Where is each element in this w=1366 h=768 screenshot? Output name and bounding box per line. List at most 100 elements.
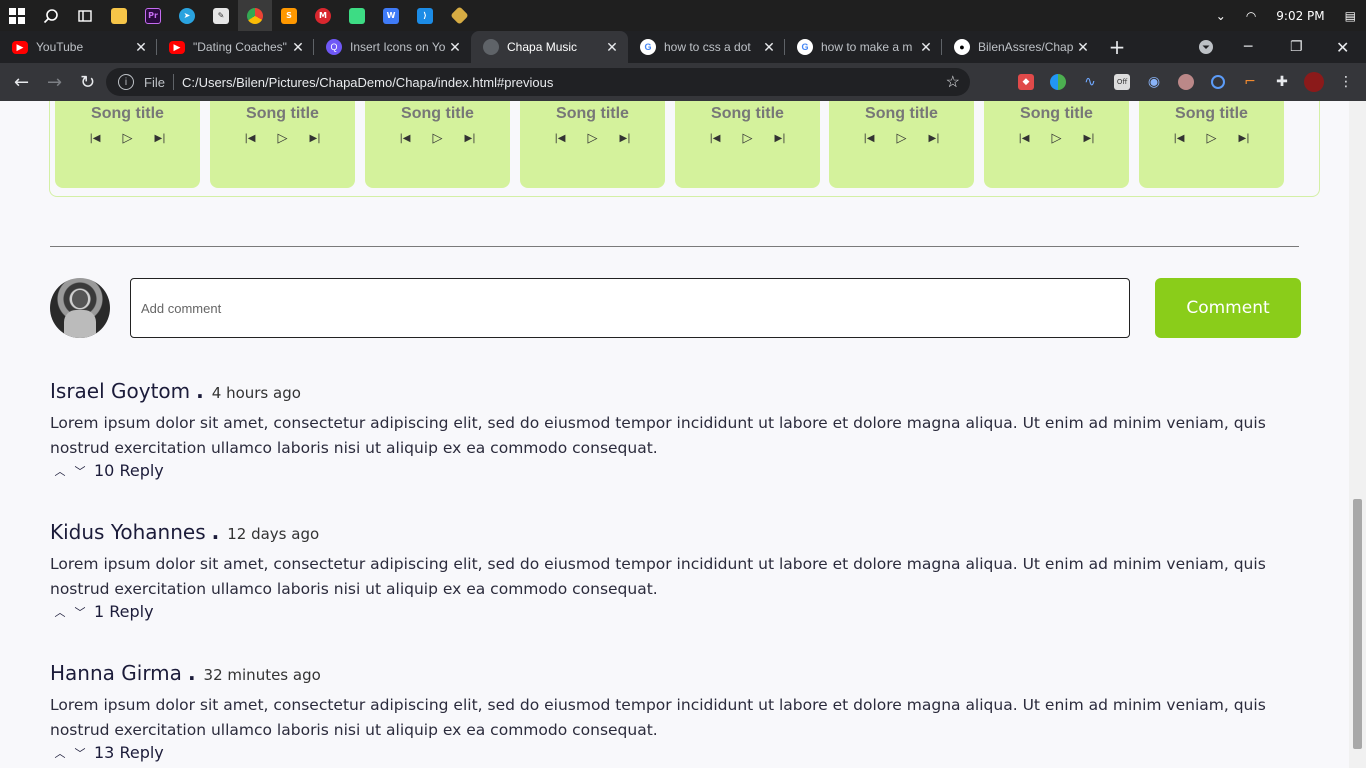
- tab-github[interactable]: ● BilenAssres/Chap ✕: [942, 31, 1099, 63]
- circle-extension-icon[interactable]: [1202, 63, 1234, 101]
- next-icon[interactable]: ▶|: [465, 133, 476, 144]
- audio-wave-icon[interactable]: ∿: [1074, 63, 1106, 101]
- downvote-chevron-icon[interactable]: ﹀: [70, 745, 90, 761]
- play-icon[interactable]: ▷: [123, 131, 133, 146]
- window-close-icon[interactable]: ✕: [1336, 31, 1349, 63]
- next-icon[interactable]: ▶|: [620, 133, 631, 144]
- telegram-icon[interactable]: ➤: [170, 0, 204, 31]
- next-icon[interactable]: ▶|: [155, 133, 166, 144]
- close-icon[interactable]: ✕: [290, 39, 306, 56]
- chevron-up-icon[interactable]: ⌄: [1206, 9, 1236, 23]
- song-card[interactable]: Song title |◀ ▷ ▶|: [675, 101, 820, 188]
- reply-link[interactable]: 1 Reply: [94, 602, 154, 621]
- close-icon[interactable]: ✕: [133, 39, 149, 56]
- previous-icon[interactable]: |◀: [399, 133, 410, 144]
- next-icon[interactable]: ▶|: [1239, 133, 1250, 144]
- previous-icon[interactable]: |◀: [554, 133, 565, 144]
- pencil-extension-icon[interactable]: ⌐: [1234, 63, 1266, 101]
- git-icon[interactable]: [442, 0, 476, 31]
- tab-youtube[interactable]: ▶ YouTube ✕: [0, 31, 157, 63]
- tab-search-icon[interactable]: [1196, 31, 1216, 63]
- previous-icon[interactable]: |◀: [89, 133, 100, 144]
- new-tab-button[interactable]: +: [1099, 31, 1135, 63]
- tab-chapa-music[interactable]: Chapa Music ✕: [471, 31, 628, 63]
- tab-css-dot[interactable]: G how to css a dot ✕: [628, 31, 785, 63]
- play-icon[interactable]: ▷: [743, 131, 753, 146]
- downvote-chevron-icon[interactable]: ﹀: [70, 604, 90, 620]
- mega-icon[interactable]: M: [306, 0, 340, 31]
- off-toggle-icon[interactable]: Off: [1106, 63, 1138, 101]
- song-card[interactable]: Song title |◀ ▷ ▶|: [984, 101, 1129, 188]
- google-earth-icon[interactable]: [1042, 63, 1074, 101]
- url-text[interactable]: C:/Users/Bilen/Pictures/ChapaDemo/Chapa/…: [182, 75, 553, 90]
- previous-icon[interactable]: |◀: [1018, 133, 1029, 144]
- close-icon[interactable]: ✕: [918, 39, 934, 56]
- wifi-icon[interactable]: ◠: [1236, 9, 1266, 23]
- play-icon[interactable]: ▷: [1207, 131, 1217, 146]
- close-icon[interactable]: ✕: [604, 39, 620, 56]
- previous-icon[interactable]: |◀: [1173, 133, 1184, 144]
- song-card[interactable]: Song title |◀ ▷ ▶|: [520, 101, 665, 188]
- android-studio-icon[interactable]: [340, 0, 374, 31]
- puzzle-icon[interactable]: ✚: [1266, 63, 1298, 101]
- tab-make-a[interactable]: G how to make a m ✕: [785, 31, 942, 63]
- previous-icon[interactable]: |◀: [863, 133, 874, 144]
- vs-installer-icon[interactable]: ✎: [204, 0, 238, 31]
- close-icon[interactable]: ✕: [447, 39, 463, 56]
- menu-dots-icon[interactable]: ⋮: [1330, 63, 1362, 101]
- search-icon[interactable]: [34, 0, 68, 31]
- scrollbar-thumb[interactable]: [1353, 499, 1362, 749]
- reload-icon[interactable]: ↻: [71, 63, 104, 101]
- comment-button[interactable]: Comment: [1155, 278, 1301, 338]
- song-card[interactable]: Song title |◀ ▷ ▶|: [210, 101, 355, 188]
- comment-input[interactable]: [130, 278, 1130, 338]
- ublock-icon[interactable]: ◆: [1010, 63, 1042, 101]
- reply-link[interactable]: 10 Reply: [94, 461, 164, 480]
- song-card[interactable]: Song title |◀ ▷ ▶|: [365, 101, 510, 188]
- back-icon[interactable]: ←: [5, 63, 38, 101]
- profile-avatar[interactable]: [1298, 63, 1330, 101]
- minimize-icon[interactable]: ─: [1244, 31, 1252, 63]
- play-icon[interactable]: ▷: [1052, 131, 1062, 146]
- info-icon[interactable]: i: [118, 74, 134, 90]
- bug-icon[interactable]: [1170, 63, 1202, 101]
- bookmark-star-icon[interactable]: ☆: [946, 72, 960, 92]
- forward-icon[interactable]: →: [38, 63, 71, 101]
- notifications-icon[interactable]: ▤: [1335, 9, 1366, 23]
- windows-start-icon[interactable]: [0, 0, 34, 31]
- downvote-chevron-icon[interactable]: ﹀: [70, 463, 90, 479]
- play-icon[interactable]: ▷: [897, 131, 907, 146]
- file-explorer-icon[interactable]: [102, 0, 136, 31]
- song-card[interactable]: Song title |◀ ▷ ▶|: [829, 101, 974, 188]
- next-icon[interactable]: ▶|: [929, 133, 940, 144]
- previous-icon[interactable]: |◀: [244, 133, 255, 144]
- play-icon[interactable]: ▷: [588, 131, 598, 146]
- sublime-text-icon[interactable]: S: [272, 0, 306, 31]
- close-icon[interactable]: ✕: [761, 39, 777, 56]
- song-card[interactable]: Song title |◀ ▷ ▶|: [1139, 101, 1284, 188]
- wps-icon[interactable]: W: [374, 0, 408, 31]
- vertical-scrollbar[interactable]: [1349, 101, 1366, 768]
- upvote-chevron-icon[interactable]: ︿: [50, 463, 70, 479]
- upvote-chevron-icon[interactable]: ︿: [50, 745, 70, 761]
- task-view-icon[interactable]: [68, 0, 102, 31]
- clock[interactable]: 9:02 PM: [1266, 9, 1334, 23]
- restore-icon[interactable]: ❐: [1290, 31, 1303, 63]
- tab-insert-icons[interactable]: Q Insert Icons on Yo ✕: [314, 31, 471, 63]
- premiere-pro-icon[interactable]: Pr: [136, 0, 170, 31]
- song-card[interactable]: Song title |◀ ▷ ▶|: [55, 101, 200, 188]
- address-bar[interactable]: i File C:/Users/Bilen/Pictures/ChapaDemo…: [106, 68, 970, 96]
- play-icon[interactable]: ▷: [433, 131, 443, 146]
- next-icon[interactable]: ▶|: [1084, 133, 1095, 144]
- next-icon[interactable]: ▶|: [775, 133, 786, 144]
- play-icon[interactable]: ▷: [278, 131, 288, 146]
- upvote-chevron-icon[interactable]: ︿: [50, 604, 70, 620]
- vscode-icon[interactable]: ⟩: [408, 0, 442, 31]
- chrome-icon[interactable]: [238, 0, 272, 31]
- tab-dating-coaches[interactable]: ▶ "Dating Coaches" ✕: [157, 31, 314, 63]
- reply-link[interactable]: 13 Reply: [94, 743, 164, 762]
- next-icon[interactable]: ▶|: [310, 133, 321, 144]
- close-icon[interactable]: ✕: [1075, 39, 1091, 56]
- eye-icon[interactable]: ◉: [1138, 63, 1170, 101]
- previous-icon[interactable]: |◀: [709, 133, 720, 144]
